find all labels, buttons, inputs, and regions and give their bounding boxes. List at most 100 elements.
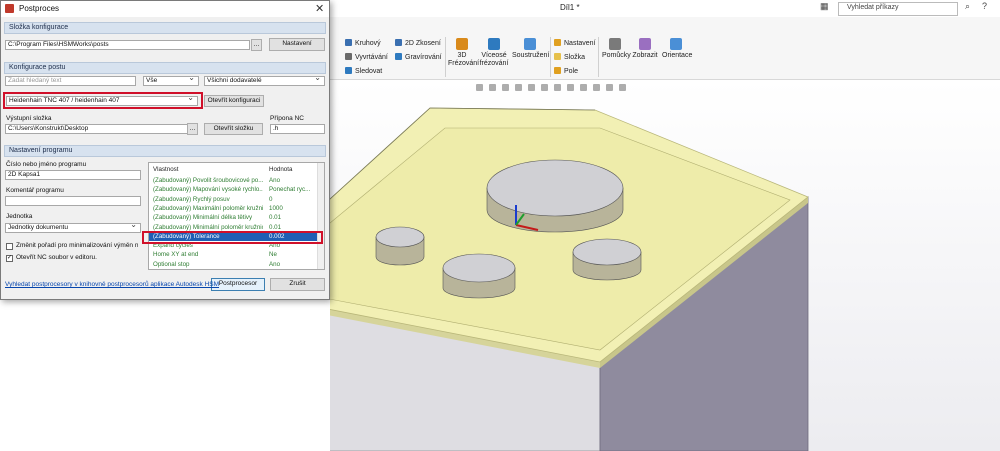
reorder-tools-label: Změnit pořadí pro minimalizování výměn n… — [16, 242, 138, 249]
property-name: (Zabudovaný) Povolit šroubovicové po... — [153, 177, 263, 184]
section-label: Konfigurace postu — [9, 64, 66, 71]
unit-dropdown[interactable]: Jednotky dokumentu — [5, 223, 141, 233]
ribbon-label: Zobrazit — [632, 52, 658, 59]
output-folder-label: Výstupní složka — [6, 115, 52, 122]
property-value: 0.01 — [269, 214, 282, 222]
property-value: Ano — [269, 177, 281, 184]
properties-table[interactable]: Vlastnost Hodnota (Zabudovaný) Povolit š… — [148, 162, 325, 270]
output-folder-field[interactable]: C:\Users\Konstrukt\Desktop — [5, 124, 197, 134]
ribbon-multiaxis[interactable]: Víceosé frézování — [478, 38, 510, 68]
header-property: Vlastnost — [153, 166, 179, 173]
properties-scrollbar[interactable] — [317, 163, 324, 269]
settings-button[interactable]: Nastavení — [269, 38, 325, 51]
section-program-settings: Nastavení programu — [4, 145, 326, 157]
property-name: (Zabudovaný) Maximální poloměr kružnice — [153, 204, 263, 212]
program-comment-field[interactable] — [5, 196, 141, 206]
milling-3d-icon — [456, 38, 468, 50]
large-boss-top — [486, 159, 624, 217]
ribbon-label: Soustružení — [512, 52, 550, 59]
ribbon-pomucky[interactable]: Pomůcky — [602, 38, 631, 60]
property-row[interactable]: Optional stop Ano — [149, 260, 317, 269]
ribbon-zobrazit[interactable]: Zobrazit — [632, 38, 658, 60]
dialog-titlebar[interactable]: Postproces ✕ — [1, 1, 329, 17]
help-icon[interactable]: ? — [982, 1, 987, 11]
browse-output-button[interactable]: … — [187, 123, 198, 135]
property-row[interactable]: (Zabudovaný) Mapování vysoké rychlo... Po… — [149, 185, 317, 194]
property-row[interactable]: (Zabudovaný) Rychlý posuv 0 — [149, 195, 317, 204]
bore-icon — [345, 53, 352, 60]
vendor-dropdown[interactable]: Všichni dodavatelé — [204, 76, 325, 86]
view-icon — [639, 38, 651, 50]
property-name: (Zabudovaný) Mapování vysoké rychlo... — [153, 186, 263, 194]
property-row[interactable]: (Zabudovaný) Minimální délka tětivy 0.01 — [149, 213, 317, 222]
property-row[interactable]: (Zabudovaný) Povolit šroubovicové po... A… — [149, 176, 317, 185]
setup-icon — [554, 39, 561, 46]
property-value: 1000 — [269, 204, 283, 212]
ribbon-item-kruhovy[interactable]: Kruhový — [345, 39, 381, 47]
dialog-title: Postproces — [19, 4, 60, 13]
postprocessor-button[interactable]: Postprocesor — [211, 278, 265, 291]
property-value: Ano — [269, 260, 281, 268]
ribbon-item-pole[interactable]: Pole — [554, 67, 578, 75]
ribbon-label: Složka — [564, 54, 586, 61]
command-search-input[interactable]: Vyhledat příkazy — [838, 2, 958, 16]
ribbon-separator — [550, 37, 551, 77]
filter-dropdown[interactable]: Vše — [143, 76, 199, 86]
ribbon-label: Víceosé frézování — [479, 52, 509, 67]
section-config-folder: Složka konfigurace — [4, 22, 326, 34]
ribbon-label: Kruhový — [355, 40, 381, 47]
property-value: 0 — [269, 195, 273, 203]
mid-boss-top — [442, 253, 516, 283]
orientation-icon — [670, 38, 682, 50]
property-name: (Zabudovaný) Rychlý posuv — [153, 195, 230, 203]
ribbon-item-vyvrtavani[interactable]: Vyvrtávání — [345, 53, 388, 61]
search-icon: ▦ — [820, 1, 829, 11]
turning-icon — [524, 38, 536, 50]
open-config-button[interactable]: Otevřít konfiguraci — [204, 95, 264, 107]
ribbon-label: Vyvrtávání — [355, 54, 388, 61]
reorder-tools-checkbox[interactable] — [6, 243, 13, 250]
open-folder-button[interactable]: Otevřít složku — [204, 123, 263, 135]
model-3d[interactable] — [330, 80, 1000, 451]
right-boss-top — [572, 238, 642, 266]
pattern-icon — [554, 67, 561, 74]
property-row[interactable]: Home XY at end Ne — [149, 250, 317, 259]
small-boss-left-top — [375, 226, 425, 248]
ribbon-separator — [445, 37, 446, 77]
program-comment-label: Komentář programu — [6, 187, 64, 194]
property-value: Ne — [269, 251, 277, 259]
properties-header-row: Vlastnost Hodnota — [149, 165, 317, 174]
ribbon-3d-milling[interactable]: 3D Frézování — [448, 38, 479, 68]
cancel-button[interactable]: Zrušit — [270, 278, 325, 291]
ribbon-turning[interactable]: Soustružení — [512, 38, 550, 60]
header-value: Hodnota — [269, 166, 293, 173]
multiaxis-icon — [488, 38, 500, 50]
ribbon-item-nastaveni[interactable]: Nastavení — [554, 39, 596, 47]
open-nc-editor-label: Otevřít NC soubor v editoru. — [16, 254, 97, 261]
search-icon[interactable]: ⌕ — [965, 1, 970, 12]
ribbon-item-slozka[interactable]: Složka — [554, 53, 585, 61]
search-placeholder: Vyhledat příkazy — [847, 4, 899, 11]
app-icon — [5, 4, 14, 13]
config-folder-field[interactable]: C:\Program Files\HSMWorks\posts — [5, 40, 250, 50]
program-name-field[interactable]: 2D Kapsa1 — [5, 170, 141, 180]
close-icon[interactable]: ✕ — [315, 2, 324, 15]
ribbon-label: Gravírování — [405, 54, 442, 61]
post-library-link[interactable]: Vyhledat postprocesory v knihovně postpr… — [5, 281, 219, 288]
ribbon-item-2d-zkoseni[interactable]: 2D Zkosení — [395, 39, 441, 47]
property-name: Home XY at end — [153, 251, 199, 259]
property-name: (Zabudovaný) Minimální délka tětivy — [153, 214, 253, 222]
ribbon-orientace[interactable]: Orientace — [662, 38, 692, 60]
chamfer-icon — [395, 39, 402, 46]
property-row[interactable]: (Zabudovaný) Maximální poloměr kružnice 1… — [149, 204, 317, 213]
ribbon-item-gravirovani[interactable]: Gravírování — [395, 53, 442, 61]
nc-extension-field[interactable]: .h — [270, 124, 325, 134]
ribbon-label: Pomůcky — [602, 52, 631, 59]
browse-config-button[interactable]: … — [251, 39, 262, 51]
post-search-input[interactable]: Zadat hledaný text — [5, 76, 136, 86]
ribbon-item-sledovat[interactable]: Sledovat — [345, 67, 382, 75]
section-post-config: Konfigurace postu — [4, 62, 326, 74]
ribbon-label: Pole — [564, 68, 579, 75]
open-nc-editor-checkbox[interactable]: ✓ — [6, 255, 13, 262]
unit-label: Jednotka — [6, 213, 33, 220]
